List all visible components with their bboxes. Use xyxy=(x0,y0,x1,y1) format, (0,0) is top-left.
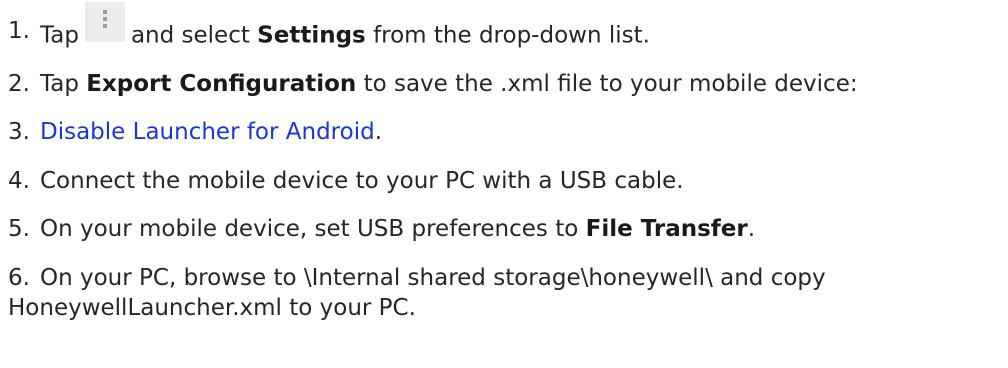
more-vert-icon xyxy=(84,2,125,42)
step-6-continuation: HoneywellLauncher.xml to your PC. xyxy=(8,295,416,321)
step-text: Disable Launcher for Android. xyxy=(40,119,383,145)
step-text: On your PC, browse to \Internal shared s… xyxy=(40,265,826,291)
file-transfer-label: File Transfer xyxy=(585,216,748,242)
export-configuration-label: Export Configuration xyxy=(86,71,357,97)
instruction-steps: 1. Tap and select Settings from the drop-… xyxy=(0,0,1008,368)
step-number: 4. xyxy=(8,168,30,194)
disable-launcher-link[interactable]: Disable Launcher for Android xyxy=(40,119,375,145)
step-text: Tap Export Configuration to save the .xm… xyxy=(40,71,858,97)
step-number: 3. xyxy=(8,119,30,145)
step-text: Tap and select Settings from the drop-dow… xyxy=(40,2,650,56)
step-number: 1. xyxy=(8,18,30,44)
step-number: 5. xyxy=(8,216,30,242)
step-text: On your mobile device, set USB preferenc… xyxy=(40,216,756,242)
settings-label: Settings xyxy=(257,22,366,49)
step-number: 6. xyxy=(8,265,30,291)
step-text: Connect the mobile device to your PC wit… xyxy=(40,168,684,194)
step-number: 2. xyxy=(8,71,30,97)
